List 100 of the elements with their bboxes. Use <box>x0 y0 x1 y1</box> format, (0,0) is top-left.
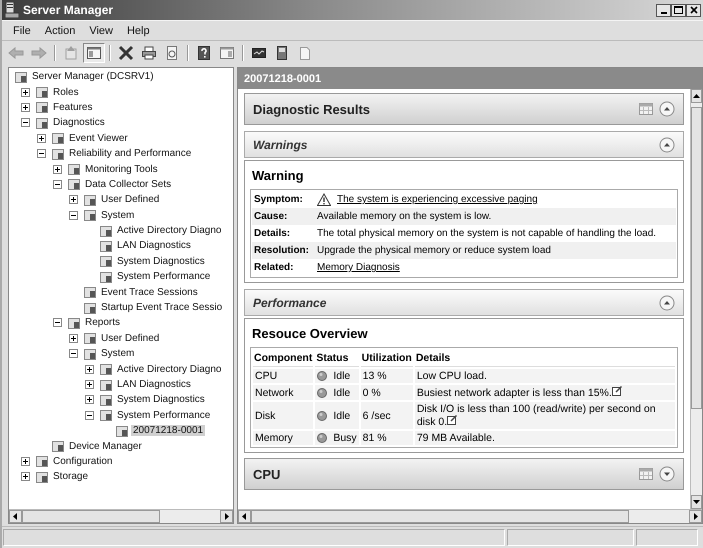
tree-item[interactable]: LAN Diagnostics <box>115 240 193 252</box>
tree-item[interactable]: Device Manager <box>67 440 144 452</box>
tree-item[interactable]: Diagnostics <box>51 117 107 128</box>
scroll-right-arrow-icon[interactable] <box>693 513 698 520</box>
subsection-header[interactable]: Performance <box>244 289 684 316</box>
collapse-button[interactable] <box>659 101 675 117</box>
tree-item[interactable]: Active Directory Diagno <box>115 364 224 375</box>
pane-header: 20071218-0001 <box>238 68 702 89</box>
tree-toggle[interactable] <box>69 210 78 220</box>
tree-toggle[interactable] <box>21 456 30 466</box>
tree-node-icon <box>83 300 97 315</box>
scroll-down-arrow-icon[interactable] <box>693 500 700 504</box>
related-link[interactable]: Memory Diagnosis <box>317 262 400 273</box>
card-title: Warning <box>252 168 305 183</box>
expand-button[interactable] <box>659 466 675 482</box>
tree-node-icon <box>67 177 81 192</box>
tree-item[interactable]: Active Directory Diagno <box>115 225 224 236</box>
scroll-left-arrow-icon[interactable] <box>13 513 18 520</box>
tree-toggle[interactable] <box>37 134 46 143</box>
tree-node-icon <box>83 331 97 346</box>
status-dot-icon <box>317 371 328 381</box>
note-icon <box>447 415 458 425</box>
menu-item[interactable]: Help <box>120 24 157 38</box>
tree-node-icon <box>99 224 113 238</box>
tree-node-icon <box>99 270 113 284</box>
tree-toggle[interactable] <box>21 88 30 97</box>
menu-item[interactable]: View <box>82 24 120 38</box>
tree-item[interactable]: Monitoring Tools <box>83 164 160 175</box>
warning-icon <box>317 193 331 206</box>
table-view-icon <box>639 468 653 480</box>
tree-toggle[interactable] <box>21 102 30 112</box>
tree-item[interactable]: System <box>99 210 136 221</box>
status-text: Idle <box>333 410 350 422</box>
tree-toggle[interactable] <box>21 472 30 482</box>
status-text: Busy <box>333 432 357 444</box>
tree-node-icon <box>35 100 49 114</box>
tree-item[interactable]: Features <box>51 102 94 113</box>
tree-item[interactable]: LAN Diagnostics <box>115 379 193 390</box>
scroll-left-arrow-icon[interactable] <box>242 513 247 520</box>
horizontal-scrollbar[interactable] <box>238 509 702 523</box>
collapse-button[interactable] <box>659 136 675 152</box>
vertical-scrollbar[interactable] <box>690 89 702 509</box>
tree-node-icon <box>115 424 129 438</box>
refresh-icon <box>164 45 180 61</box>
collapse-button[interactable] <box>659 294 675 310</box>
section-header[interactable]: CPU <box>244 458 684 490</box>
minimize-button[interactable] <box>656 4 671 16</box>
section-header[interactable]: Diagnostic Results <box>244 93 684 125</box>
tree-toggle[interactable] <box>85 410 94 420</box>
tree-item[interactable]: System Performance <box>115 410 212 421</box>
menu-item[interactable]: Action <box>38 24 82 38</box>
tree-toggle[interactable] <box>21 118 30 128</box>
table-cell: CPU <box>253 369 314 383</box>
tree-item[interactable]: Configuration <box>51 456 114 467</box>
tree-node-icon <box>51 146 65 161</box>
tree-item[interactable]: Reliability and Performance <box>67 148 194 160</box>
tree-toggle[interactable] <box>53 164 62 174</box>
tree-item[interactable]: Event Viewer <box>67 132 130 144</box>
symptom-link[interactable]: The system is experiencing excessive paging <box>337 194 538 205</box>
scroll-right-arrow-icon[interactable] <box>224 513 229 520</box>
show-hide-tree-icon <box>86 45 102 61</box>
horizontal-scrollbar[interactable] <box>9 509 233 523</box>
tree-item[interactable]: Roles <box>51 86 81 98</box>
tree-item[interactable]: System <box>99 348 136 360</box>
tree-item[interactable]: Event Trace Sessions <box>99 286 200 298</box>
tree-item[interactable]: System Performance <box>115 271 212 282</box>
tree-toggle[interactable] <box>37 149 46 158</box>
tree-item[interactable]: User Defined <box>99 332 162 344</box>
tree-item[interactable]: System Diagnostics <box>115 394 207 406</box>
menu-item[interactable]: File <box>6 24 38 38</box>
tree-toggle[interactable] <box>69 349 78 358</box>
close-button[interactable] <box>686 4 701 16</box>
tree-item[interactable]: System Diagnostics <box>115 256 207 267</box>
subsection-header[interactable]: Warnings <box>244 131 684 158</box>
show-hide-action-pane-icon <box>219 45 235 61</box>
column-header: Utilization <box>360 350 413 367</box>
tree-node-icon <box>51 439 65 454</box>
section-title: Diagnostic Results <box>253 102 372 116</box>
maximize-icon <box>674 6 683 14</box>
scroll-up-arrow-icon[interactable] <box>693 94 700 98</box>
tree-toggle[interactable] <box>85 380 94 389</box>
tree-item[interactable]: User Defined <box>99 194 162 206</box>
tree-item[interactable]: 20071218-0001 <box>131 425 206 436</box>
tree-toggle[interactable] <box>69 195 78 204</box>
tree-toggle[interactable] <box>85 364 94 374</box>
tree-toggle[interactable] <box>53 180 62 189</box>
tree-item[interactable]: Data Collector Sets <box>83 178 174 190</box>
tree-item[interactable]: Reports <box>83 317 122 328</box>
maximize-button[interactable] <box>671 4 686 16</box>
tree-toggle[interactable] <box>53 318 62 328</box>
tree-node-icon <box>83 346 97 361</box>
status-text: Idle <box>333 370 350 382</box>
tree-item[interactable]: Server Manager (DCSRV1) <box>30 71 156 82</box>
tree-toggle[interactable] <box>69 334 78 343</box>
tree-item[interactable]: Storage <box>51 471 90 482</box>
detail-label: Details: <box>253 228 292 239</box>
delete-icon <box>118 45 134 61</box>
tree-toggle[interactable] <box>85 395 94 404</box>
tree-item[interactable]: Startup Event Trace Sessio <box>99 302 224 314</box>
show-hide-tree-button[interactable] <box>83 43 105 63</box>
